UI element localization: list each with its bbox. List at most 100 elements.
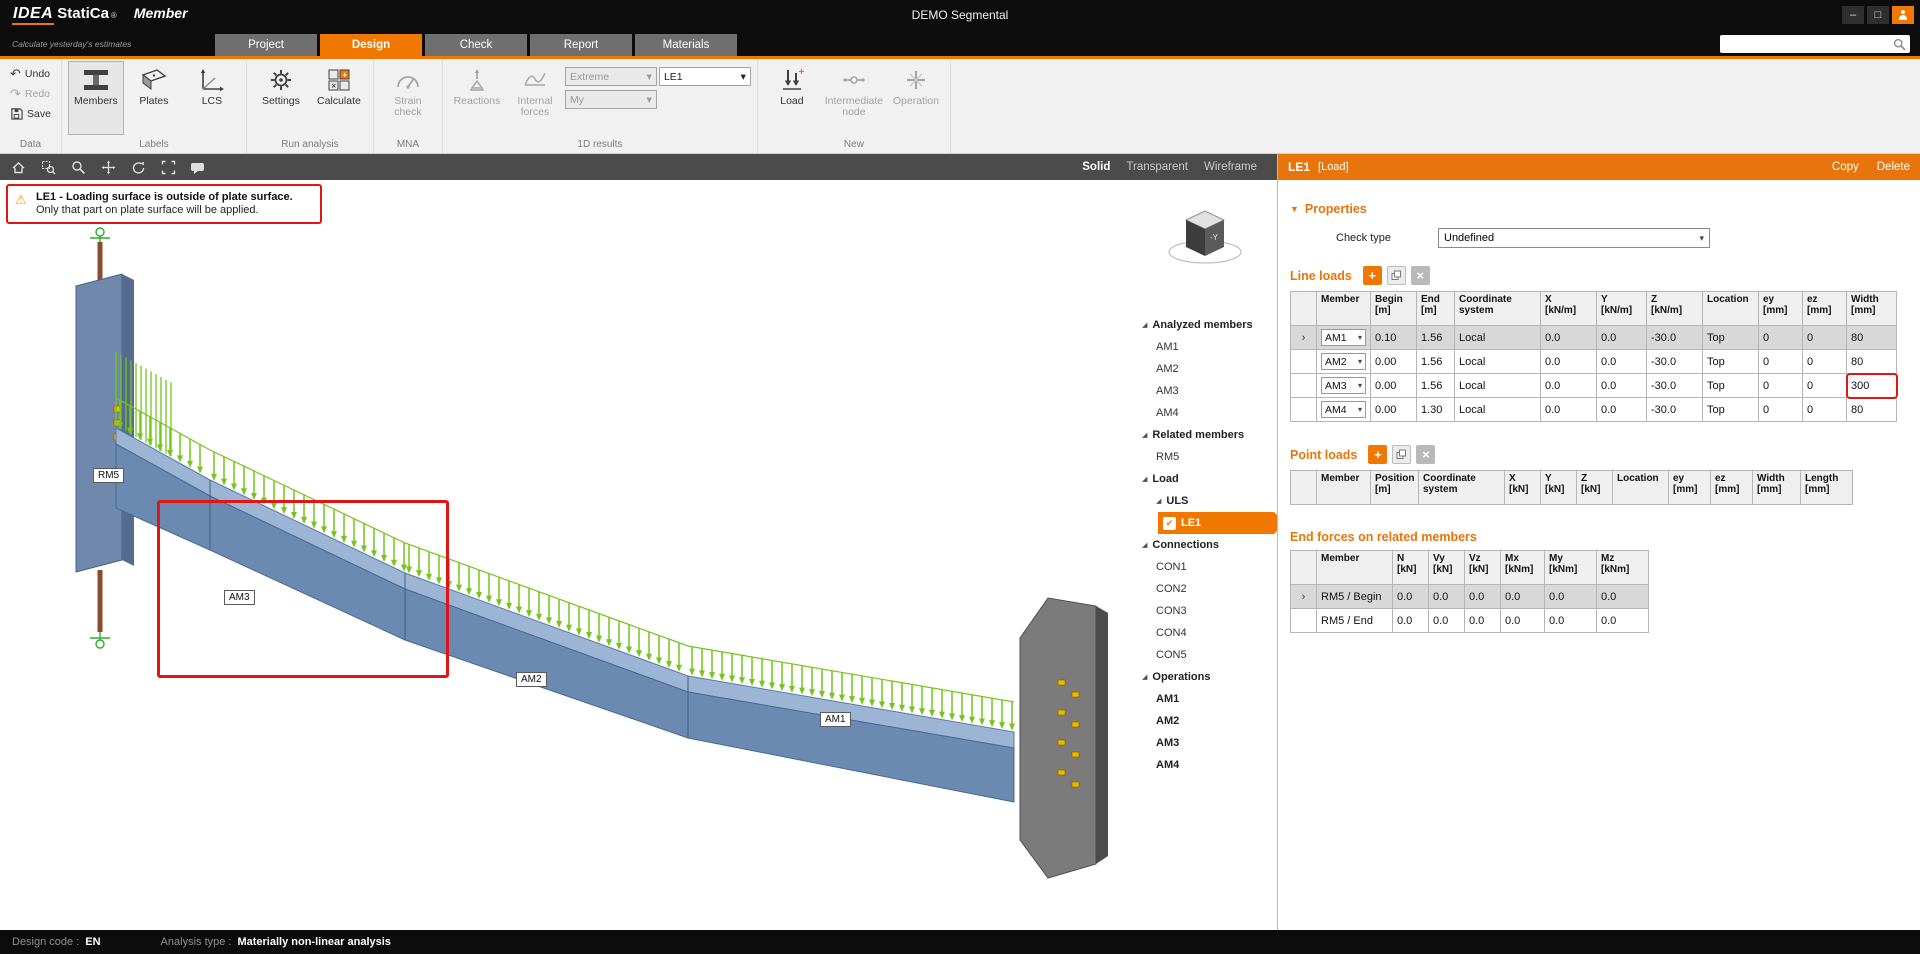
- cell[interactable]: -30.0: [1647, 326, 1703, 350]
- tab-design[interactable]: Design: [320, 34, 422, 56]
- member-dropdown[interactable]: AM1▾: [1321, 329, 1366, 346]
- member-dropdown[interactable]: AM2▾: [1321, 353, 1366, 370]
- cell[interactable]: 0.0: [1465, 585, 1501, 609]
- expander-icon[interactable]: ◢: [1142, 673, 1147, 681]
- tree-item-con5[interactable]: CON5: [1136, 644, 1274, 666]
- zoom-window-button[interactable]: [38, 157, 58, 177]
- table-row[interactable]: RM5 / End0.00.00.00.00.00.0: [1291, 609, 1649, 633]
- member-dropdown[interactable]: AM4▾: [1321, 401, 1366, 418]
- settings-button[interactable]: Settings: [253, 61, 309, 135]
- my-dropdown[interactable]: My▾: [565, 90, 657, 109]
- strain-check-button[interactable]: Strain check: [380, 61, 436, 135]
- zoom-fit-button[interactable]: [158, 157, 178, 177]
- cell[interactable]: 0.00: [1371, 398, 1417, 422]
- cell[interactable]: 0: [1759, 326, 1803, 350]
- cell[interactable]: 0.0: [1597, 350, 1647, 374]
- check-type-dropdown[interactable]: Undefined ▾: [1438, 228, 1710, 248]
- tab-project[interactable]: Project: [215, 34, 317, 56]
- plates-button[interactable]: Plates: [126, 61, 182, 135]
- user-account-button[interactable]: [1892, 6, 1914, 24]
- tree-item-am2[interactable]: AM2: [1136, 358, 1274, 380]
- cell[interactable]: 0.0: [1429, 609, 1465, 633]
- search-box[interactable]: [1720, 35, 1910, 53]
- tree-item-am3[interactable]: AM3: [1136, 380, 1274, 402]
- cell[interactable]: 0.0: [1393, 585, 1429, 609]
- delete-line-load-button[interactable]: ×: [1411, 266, 1430, 285]
- cell[interactable]: 0.0: [1541, 326, 1597, 350]
- cell[interactable]: 1.30: [1417, 398, 1455, 422]
- table-row[interactable]: AM4▾0.001.30Local0.00.0-30.0Top0080: [1291, 398, 1897, 422]
- tree-item-con4[interactable]: CON4: [1136, 622, 1274, 644]
- cell[interactable]: 0.0: [1541, 374, 1597, 398]
- operation-button[interactable]: Operation: [888, 61, 944, 135]
- table-row[interactable]: AM3▾0.001.56Local0.00.0-30.0Top00300: [1291, 374, 1897, 398]
- cell[interactable]: 0: [1759, 374, 1803, 398]
- member-label-am2[interactable]: AM2: [516, 672, 547, 687]
- tree-item-con3[interactable]: CON3: [1136, 600, 1274, 622]
- cell[interactable]: Top: [1703, 326, 1759, 350]
- cell[interactable]: 0: [1803, 398, 1847, 422]
- add-point-load-button[interactable]: +: [1368, 445, 1387, 464]
- delete-button[interactable]: Delete: [1877, 161, 1910, 173]
- row-selector[interactable]: ›: [1291, 326, 1317, 350]
- view-cube[interactable]: -Y: [1160, 200, 1250, 279]
- scene-3d[interactable]: ⚠ LE1 - Loading surface is outside of pl…: [0, 180, 1277, 930]
- view-mode-wireframe[interactable]: Wireframe: [1204, 161, 1257, 173]
- member-label-rm5[interactable]: RM5: [93, 468, 124, 483]
- view-mode-transparent[interactable]: Transparent: [1126, 161, 1188, 173]
- tree-item-am1[interactable]: AM1: [1136, 688, 1274, 710]
- tree-item-operations[interactable]: ◢Operations: [1136, 666, 1274, 688]
- cell[interactable]: 0: [1803, 326, 1847, 350]
- member-dropdown[interactable]: AM3▾: [1321, 377, 1366, 394]
- cell[interactable]: -30.0: [1647, 374, 1703, 398]
- load-button[interactable]: + Load: [764, 61, 820, 135]
- cell[interactable]: 0.00: [1371, 350, 1417, 374]
- tree-item-connections[interactable]: ◢Connections: [1136, 534, 1274, 556]
- expander-icon[interactable]: ◢: [1142, 541, 1147, 549]
- cell[interactable]: 0.0: [1597, 609, 1649, 633]
- tree-item-rm5[interactable]: RM5: [1136, 446, 1274, 468]
- cell[interactable]: 0.0: [1545, 585, 1597, 609]
- maximize-button[interactable]: □: [1867, 6, 1889, 24]
- cell[interactable]: 80: [1847, 350, 1897, 374]
- delete-point-load-button[interactable]: ×: [1416, 445, 1435, 464]
- cell[interactable]: Local: [1455, 350, 1541, 374]
- intermediate-node-button[interactable]: Intermediate node: [822, 61, 886, 135]
- calculate-button[interactable]: +× Calculate: [311, 61, 367, 135]
- collapse-icon[interactable]: ▼: [1290, 204, 1299, 214]
- cell[interactable]: 0.00: [1371, 374, 1417, 398]
- tree-item-con1[interactable]: CON1: [1136, 556, 1274, 578]
- tree-item-am2[interactable]: AM2: [1136, 710, 1274, 732]
- add-line-load-button[interactable]: +: [1363, 266, 1382, 285]
- copy-button[interactable]: Copy: [1832, 161, 1859, 173]
- cell[interactable]: 0.0: [1597, 585, 1649, 609]
- expander-icon[interactable]: ◢: [1142, 475, 1147, 483]
- cell[interactable]: Top: [1703, 350, 1759, 374]
- cell[interactable]: 0.0: [1597, 374, 1647, 398]
- cell[interactable]: 0.0: [1465, 609, 1501, 633]
- cell[interactable]: Top: [1703, 374, 1759, 398]
- internal-forces-button[interactable]: Internal forces: [507, 61, 563, 135]
- cell[interactable]: 300: [1847, 374, 1897, 398]
- row-selector[interactable]: [1291, 609, 1317, 633]
- cell[interactable]: 0.0: [1541, 398, 1597, 422]
- labels-toggle-button[interactable]: [188, 157, 208, 177]
- cell[interactable]: 0.0: [1541, 350, 1597, 374]
- cell[interactable]: Local: [1455, 326, 1541, 350]
- tree-item-am4[interactable]: AM4: [1136, 754, 1274, 776]
- table-row[interactable]: ›RM5 / Begin0.00.00.00.00.00.0: [1291, 585, 1649, 609]
- checkbox-icon[interactable]: ✔: [1163, 517, 1176, 530]
- duplicate-line-load-button[interactable]: [1387, 266, 1406, 285]
- cell[interactable]: 0.0: [1501, 609, 1545, 633]
- cell[interactable]: 0: [1803, 374, 1847, 398]
- tree-item-analyzed-members[interactable]: ◢Analyzed members: [1136, 314, 1274, 336]
- properties-section-header[interactable]: ▼ Properties: [1290, 202, 1910, 216]
- members-button[interactable]: Members: [68, 61, 124, 135]
- cell[interactable]: Local: [1455, 374, 1541, 398]
- extreme-dropdown[interactable]: Extreme▾: [565, 67, 657, 86]
- cell[interactable]: 1.56: [1417, 350, 1455, 374]
- cell[interactable]: 0.0: [1393, 609, 1429, 633]
- table-row[interactable]: ›AM1▾0.101.56Local0.00.0-30.0Top0080: [1291, 326, 1897, 350]
- row-selector[interactable]: [1291, 350, 1317, 374]
- cell[interactable]: 0: [1759, 398, 1803, 422]
